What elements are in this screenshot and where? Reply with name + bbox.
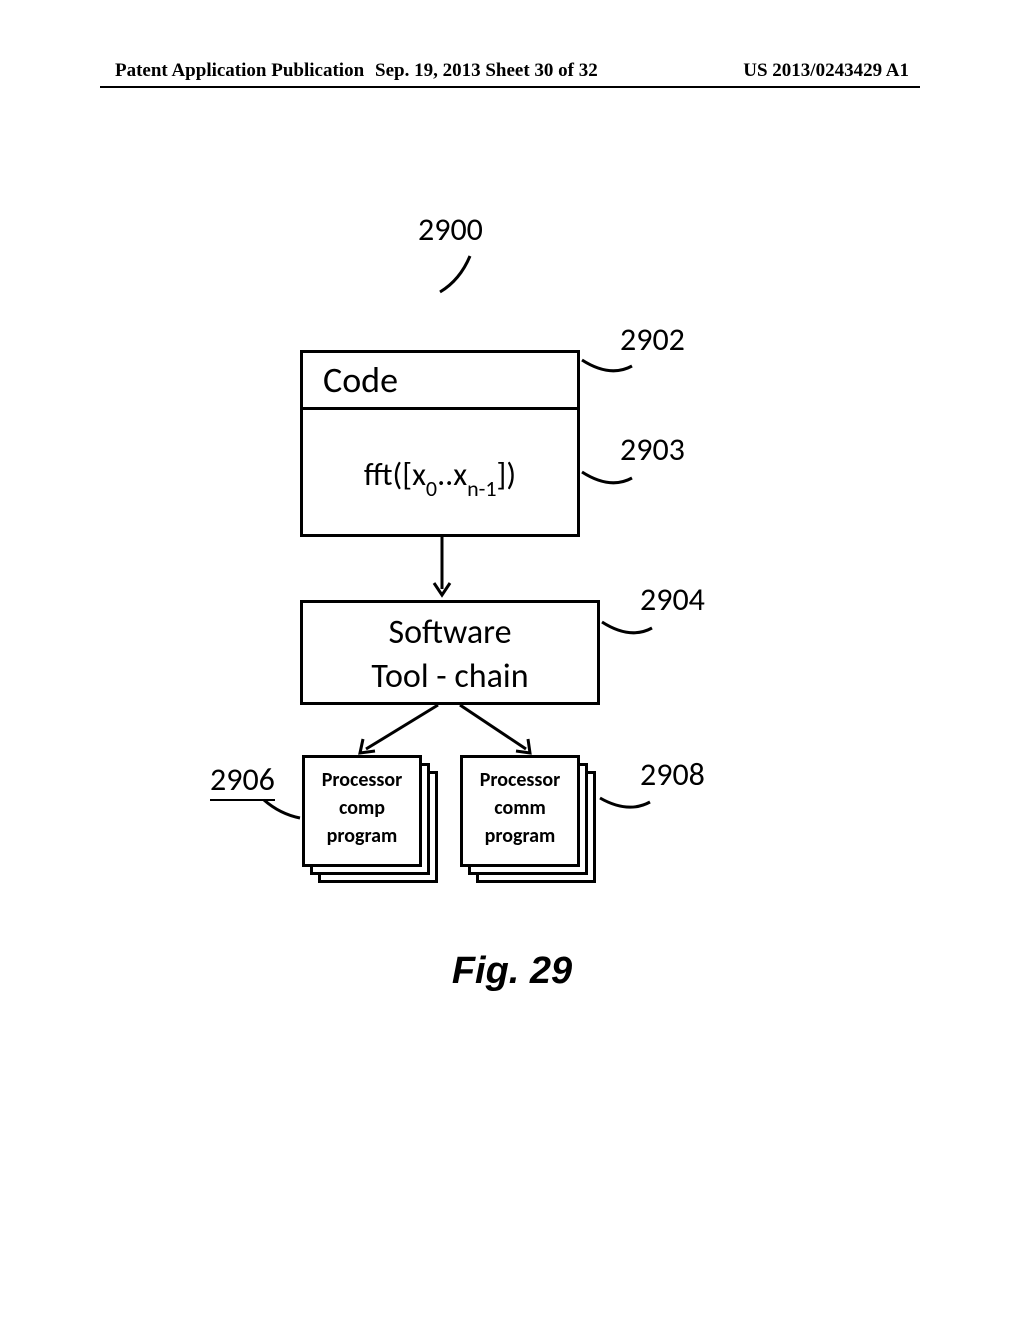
code-label: Code xyxy=(323,358,398,402)
left-line3: program xyxy=(327,824,398,848)
leader-2904 xyxy=(600,620,670,660)
toolchain-box: Software Tool - chain xyxy=(300,600,600,705)
fft-sub0: 0 xyxy=(426,475,437,502)
right-line1: Processor xyxy=(480,768,561,792)
left-line1: Processor xyxy=(322,768,403,792)
toolchain-line2: Tool - chain xyxy=(371,656,528,697)
arrow-code-to-toolchain xyxy=(430,537,460,602)
header-rule xyxy=(100,86,920,88)
fft-prefix: fft([x xyxy=(364,455,426,494)
leader-2902 xyxy=(580,358,650,398)
code-box-body: fft([x0..xn-1]) xyxy=(300,407,580,537)
ref-2908: 2908 xyxy=(640,755,705,794)
ref-2903: 2903 xyxy=(620,430,685,469)
fft-sub1: n-1 xyxy=(467,475,496,502)
stack-front-layer: Processor comm program xyxy=(460,755,580,867)
ref-2902: 2902 xyxy=(620,320,685,359)
toolchain-line1: Software xyxy=(388,612,511,653)
ref-2906: 2906 xyxy=(210,760,275,801)
figure-caption: Fig. 29 xyxy=(0,950,1024,993)
header-left: Patent Application Publication xyxy=(115,60,364,82)
stack-front-layer: Processor comp program xyxy=(302,755,422,867)
fft-suffix: ]) xyxy=(497,455,517,494)
right-line3: program xyxy=(485,824,556,848)
ref-2900: 2900 xyxy=(418,210,483,249)
header-right: US 2013/0243429 A1 xyxy=(743,60,909,82)
fft-expression: fft([x0..xn-1]) xyxy=(364,455,516,494)
left-line2: comp xyxy=(339,796,385,820)
ref-2904: 2904 xyxy=(640,580,705,619)
leader-2903 xyxy=(580,470,650,510)
leader-2900 xyxy=(430,250,490,310)
leader-2906 xyxy=(258,798,308,832)
header-center: Sep. 19, 2013 Sheet 30 of 32 xyxy=(375,60,598,82)
code-box-header: Code xyxy=(300,350,580,410)
right-line2: comm xyxy=(494,796,546,820)
page: Patent Application Publication Sep. 19, … xyxy=(0,0,1024,1320)
leader-2908 xyxy=(598,790,668,830)
fft-mid: ..x xyxy=(437,455,467,494)
